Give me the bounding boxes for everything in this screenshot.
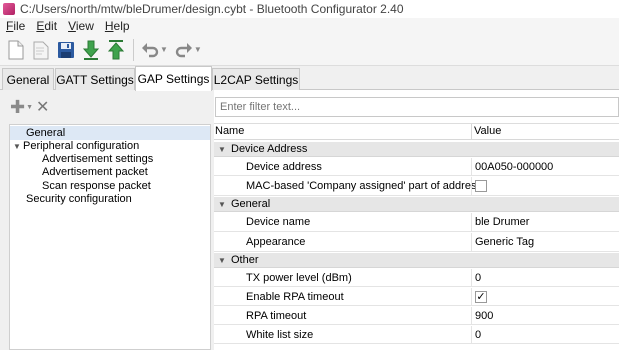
device-name-value[interactable]: ble Drumer (475, 213, 529, 232)
tree-item-advertisement-settings[interactable]: Advertisement settings (42, 152, 153, 166)
collapse-arrow-icon[interactable]: ▼ (218, 197, 226, 212)
config-tree: General ▼ Peripheral configuration Advert… (9, 124, 211, 350)
menu-bar: File Edit View Help (0, 18, 619, 34)
property-row-device-name[interactable]: Device name ble Drumer (214, 213, 619, 232)
redo-icon[interactable] (172, 37, 196, 63)
grid-header: Name Value (214, 124, 619, 140)
property-row-enable-rpa-timeout[interactable]: Enable RPA timeout ✓ (214, 288, 619, 306)
tree-item-advertisement-packet[interactable]: Advertisement packet (42, 165, 148, 179)
menu-view[interactable]: View (62, 19, 99, 33)
column-header-value[interactable]: Value (474, 125, 501, 137)
add-icon[interactable]: ✚ (10, 98, 25, 116)
column-header-name[interactable]: Name (215, 125, 244, 137)
property-row-white-list-size[interactable]: White list size 0 (214, 326, 619, 344)
collapse-arrow-icon[interactable]: ▼ (218, 253, 226, 268)
tab-gap-settings[interactable]: GAP Settings (135, 66, 212, 91)
export-icon[interactable] (104, 37, 128, 63)
new-file-icon[interactable] (4, 37, 28, 63)
property-row-device-address[interactable]: Device address 00A050-000000 (214, 158, 619, 176)
filter-input[interactable] (215, 97, 619, 117)
add-dropdown-icon[interactable]: ▼ (26, 104, 33, 111)
title-bar: C:/Users/north/mtw/bleDrumer/design.cybt… (0, 0, 619, 18)
tree-item-peripheral-configuration[interactable]: ▼ Peripheral configuration (13, 139, 139, 153)
save-icon[interactable] (54, 37, 78, 63)
white-list-size-value[interactable]: 0 (475, 326, 481, 344)
tab-general[interactable]: General (2, 68, 54, 90)
tree-item-general[interactable]: General (10, 126, 210, 140)
left-panel: ✚ ▼ ✕ General ▼ Peripheral configuration … (0, 90, 211, 350)
device-address-value[interactable]: 00A050-000000 (475, 158, 553, 176)
app-icon (3, 3, 15, 15)
enable-rpa-timeout-checkbox[interactable]: ✓ (475, 291, 487, 303)
rpa-timeout-value[interactable]: 900 (475, 307, 493, 325)
property-row-rpa-timeout[interactable]: RPA timeout 900 (214, 307, 619, 325)
open-file-icon[interactable] (29, 37, 53, 63)
column-separator[interactable] (471, 124, 472, 140)
tab-bar: General GATT Settings GAP Settings L2CAP… (0, 66, 619, 91)
expand-arrow-icon[interactable]: ▼ (13, 140, 23, 154)
undo-dropdown-icon[interactable]: ▼ (160, 45, 168, 54)
appearance-value[interactable]: Generic Tag (475, 233, 534, 252)
tab-gatt-settings[interactable]: GATT Settings (55, 68, 135, 90)
property-row-tx-power[interactable]: TX power level (dBm) 0 (214, 269, 619, 287)
property-row-mac-based[interactable]: MAC-based 'Company assigned' part of add… (214, 177, 619, 196)
tree-item-security-configuration[interactable]: Security configuration (26, 192, 132, 206)
toolbar-separator (133, 38, 134, 61)
menu-file[interactable]: File (0, 19, 30, 33)
property-row-appearance[interactable]: Appearance Generic Tag (214, 233, 619, 252)
group-other[interactable]: ▼ Other (214, 253, 619, 268)
import-icon[interactable] (79, 37, 103, 63)
toolbar: ▼ ▼ (0, 34, 619, 66)
collapse-arrow-icon[interactable]: ▼ (218, 142, 226, 157)
tx-power-value[interactable]: 0 (475, 269, 481, 287)
mac-based-checkbox[interactable] (475, 180, 487, 192)
tab-l2cap-settings[interactable]: L2CAP Settings (212, 68, 300, 90)
right-panel: Name Value ▼ Device Address Device addre… (214, 90, 619, 350)
group-device-address[interactable]: ▼ Device Address (214, 142, 619, 157)
property-grid: Name Value ▼ Device Address Device addre… (214, 123, 619, 350)
menu-help[interactable]: Help (99, 19, 135, 33)
window-title: C:/Users/north/mtw/bleDrumer/design.cybt… (20, 2, 404, 16)
tree-item-scan-response-packet[interactable]: Scan response packet (42, 179, 151, 193)
tree-toolbar: ✚ ▼ ✕ (10, 96, 49, 118)
menu-edit[interactable]: Edit (30, 19, 62, 33)
remove-icon[interactable]: ✕ (36, 97, 49, 117)
group-general[interactable]: ▼ General (214, 197, 619, 212)
undo-icon[interactable] (138, 37, 162, 63)
redo-dropdown-icon[interactable]: ▼ (194, 45, 202, 54)
